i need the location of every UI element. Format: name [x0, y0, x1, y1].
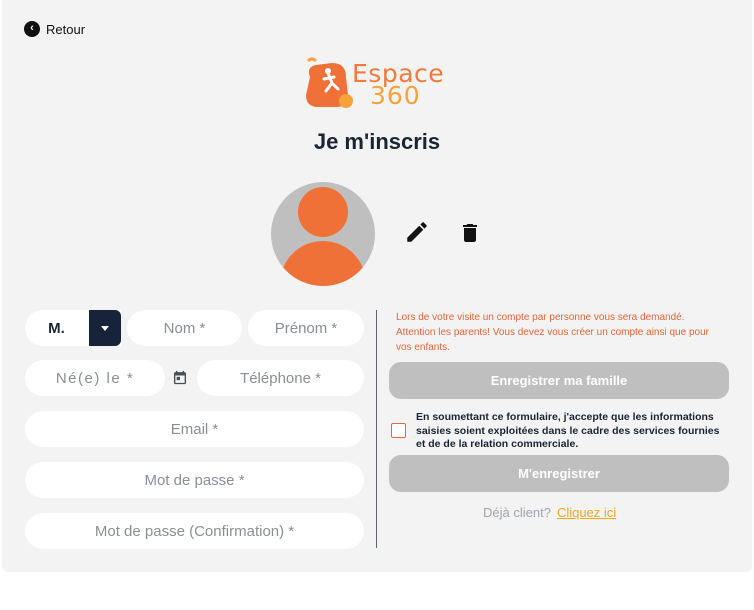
- column-divider: [376, 310, 377, 548]
- espace360-logo: Espace 360: [302, 55, 456, 115]
- back-label: Retour: [46, 21, 86, 37]
- password-input[interactable]: Mot de passe *: [25, 462, 364, 498]
- already-client-text: Déjà client?: [483, 505, 551, 520]
- calendar-icon[interactable]: [172, 369, 188, 386]
- account-notice: Lors de votre visite un compte par perso…: [396, 312, 709, 353]
- consent-text: En soumettant ce formulaire, j'accepte q…: [416, 411, 720, 450]
- prenom-input[interactable]: Prénom *: [248, 310, 364, 346]
- password-confirm-input[interactable]: Mot de passe (Confirmation) *: [25, 513, 364, 549]
- already-client: Déjà client? Cliquez ici: [483, 505, 616, 520]
- register-family-button[interactable]: Enregistrer ma famille: [389, 362, 729, 399]
- logo-mark-icon: [306, 57, 353, 108]
- back-link[interactable]: ‹ Retour: [24, 21, 85, 37]
- avatar: [271, 182, 375, 286]
- chevron-left-icon: ‹: [24, 21, 40, 37]
- avatar-body: [280, 241, 366, 286]
- page-title: Je m'inscris: [313, 129, 441, 154]
- consent-checkbox[interactable]: [391, 423, 406, 438]
- birthdate-input[interactable]: Né(e) le *: [25, 360, 165, 396]
- email-input[interactable]: Email *: [25, 411, 364, 447]
- trash-icon[interactable]: [458, 220, 482, 246]
- nom-input[interactable]: Nom *: [127, 310, 242, 346]
- civility-select[interactable]: M.: [25, 310, 121, 346]
- pencil-icon[interactable]: [404, 219, 430, 245]
- register-me-button[interactable]: M'enregistrer: [389, 455, 729, 492]
- avatar-head: [298, 187, 348, 237]
- telephone-input[interactable]: Téléphone *: [197, 360, 364, 396]
- chevron-down-icon[interactable]: [89, 310, 121, 346]
- civility-value: M.: [48, 319, 65, 337]
- login-link[interactable]: Cliquez ici: [557, 505, 616, 520]
